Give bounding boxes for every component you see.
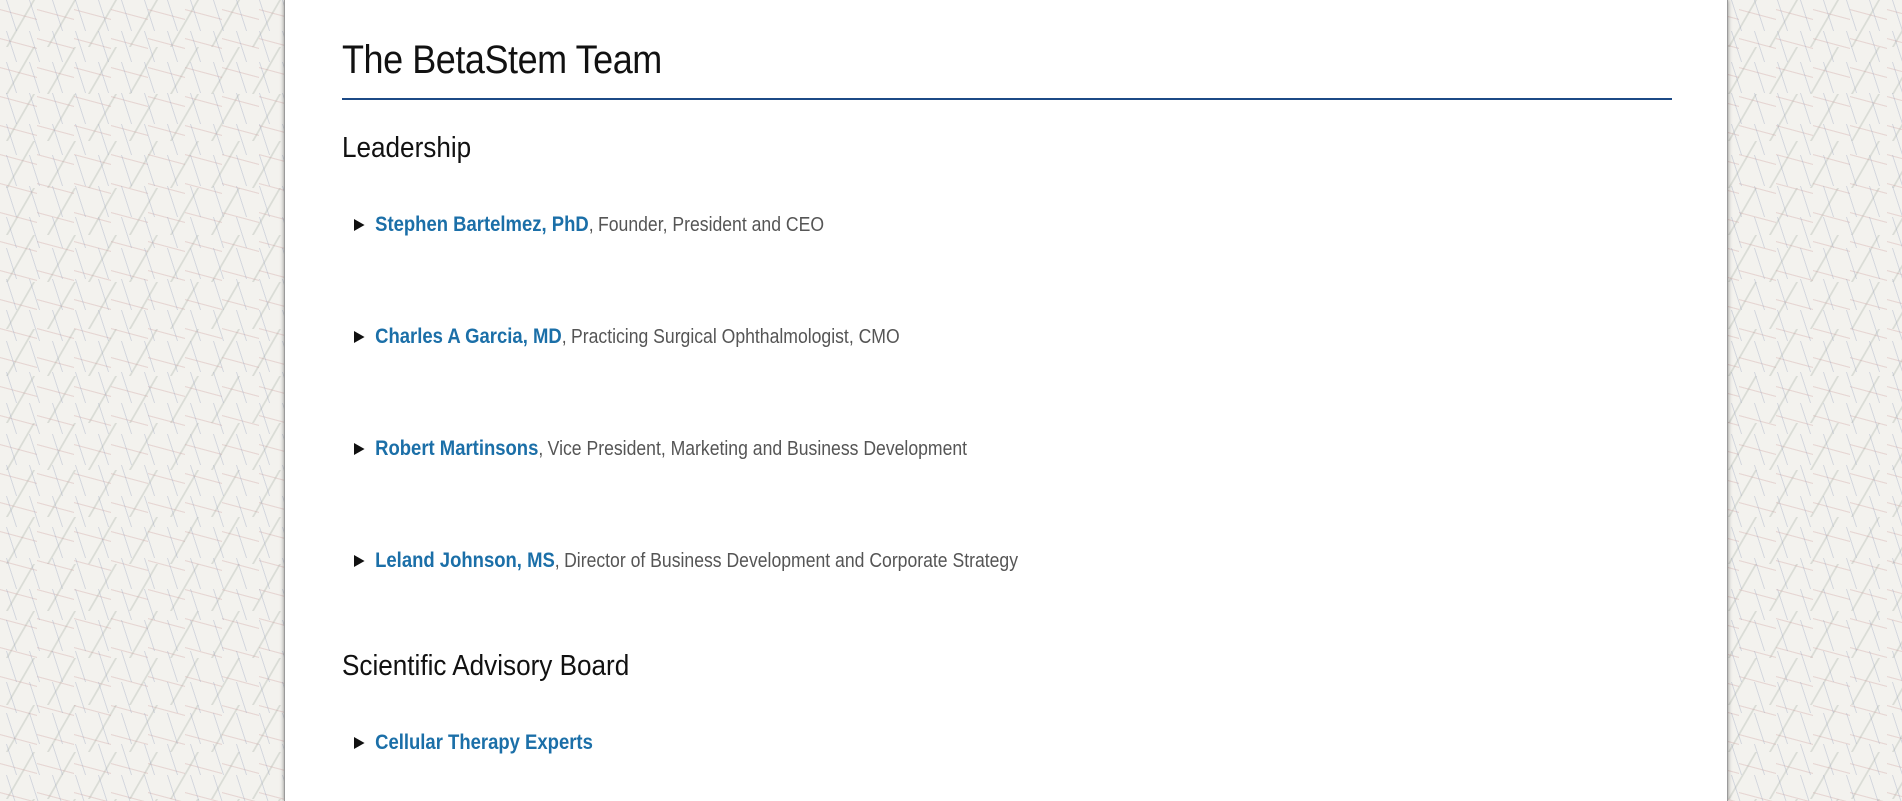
leadership-member[interactable]: Leland Johnson, MS, Director of Business …	[354, 546, 1018, 576]
advisory-group-link[interactable]: Cellular Therapy Experts	[375, 731, 593, 755]
leadership-member[interactable]: Stephen Bartelmez, PhD, Founder, Presiden…	[354, 210, 824, 240]
member-separator: ,	[554, 549, 560, 572]
member-separator: ,	[588, 213, 594, 236]
triangle-right-icon[interactable]	[354, 443, 365, 455]
member-name-link[interactable]: Stephen Bartelmez, PhD	[375, 213, 589, 237]
page-container: The BetaStem Team Leadership Stephen Bar…	[284, 0, 1728, 801]
member-name-link[interactable]: Robert Martinsons	[375, 437, 538, 461]
member-role: Practicing Surgical Ophthalmologist, CMO	[571, 325, 900, 348]
triangle-right-icon[interactable]	[354, 219, 365, 231]
title-divider	[342, 98, 1672, 100]
leadership-heading: Leadership	[342, 132, 472, 164]
member-separator: ,	[561, 325, 567, 348]
member-role: Founder, President and CEO	[598, 213, 825, 236]
member-name-link[interactable]: Charles A Garcia, MD	[375, 325, 562, 349]
member-role: Vice President, Marketing and Business D…	[547, 437, 968, 460]
advisory-board-heading: Scientific Advisory Board	[342, 650, 630, 682]
triangle-right-icon[interactable]	[354, 737, 365, 749]
triangle-right-icon[interactable]	[354, 331, 365, 343]
member-role: Director of Business Development and Cor…	[564, 549, 1019, 572]
page-title: The BetaStem Team	[342, 38, 662, 82]
member-name-link[interactable]: Leland Johnson, MS	[375, 549, 555, 573]
advisory-group[interactable]: Cellular Therapy Experts	[354, 728, 593, 758]
triangle-right-icon[interactable]	[354, 555, 365, 567]
leadership-member[interactable]: Robert Martinsons, Vice President, Market…	[354, 434, 967, 464]
member-separator: ,	[538, 437, 544, 460]
leadership-member[interactable]: Charles A Garcia, MD, Practicing Surgical…	[354, 322, 900, 352]
